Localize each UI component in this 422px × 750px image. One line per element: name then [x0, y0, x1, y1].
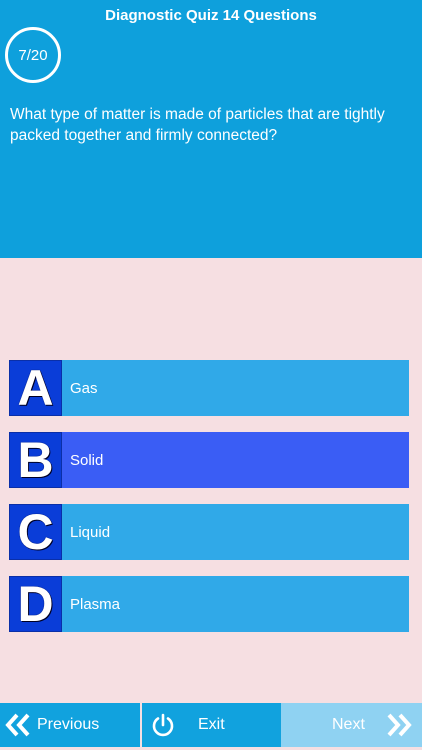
answer-letter-box: C — [9, 504, 62, 560]
answer-text: Solid — [70, 451, 104, 469]
answer-letter-box: B — [9, 432, 62, 488]
answer-option-c[interactable]: C Liquid — [9, 504, 409, 560]
exit-label: Exit — [198, 716, 225, 733]
double-chevron-left-icon — [4, 712, 34, 738]
answer-text: Gas — [70, 379, 98, 397]
quiz-title: Diagnostic Quiz 14 Questions — [105, 7, 317, 24]
answer-option-d[interactable]: D Plasma — [9, 576, 409, 632]
answer-option-a[interactable]: A Gas — [9, 360, 409, 416]
next-label: Next — [332, 716, 365, 733]
answer-letter: D — [17, 576, 54, 632]
previous-label: Previous — [37, 716, 100, 733]
footer-nav: Previous Exit Next — [0, 703, 422, 750]
question-text: What type of matter is made of particles… — [10, 106, 385, 144]
previous-button[interactable]: Previous — [0, 703, 140, 747]
power-icon — [150, 712, 176, 738]
answer-letter: A — [17, 360, 54, 416]
answer-option-b[interactable]: B Solid — [9, 432, 409, 488]
answer-text: Plasma — [70, 595, 121, 613]
answer-letter: C — [17, 504, 54, 560]
double-chevron-right-icon — [383, 712, 413, 738]
question-header: Diagnostic Quiz 14 Questions 7/20 What t… — [0, 0, 422, 258]
progress-indicator: 7/20 — [5, 27, 61, 83]
answer-letter-box: A — [9, 360, 62, 416]
answer-text: Liquid — [70, 523, 111, 541]
exit-button[interactable]: Exit — [140, 703, 281, 747]
answer-letter: B — [17, 432, 54, 488]
next-button[interactable]: Next — [281, 703, 422, 747]
answer-letter-box: D — [9, 576, 62, 632]
